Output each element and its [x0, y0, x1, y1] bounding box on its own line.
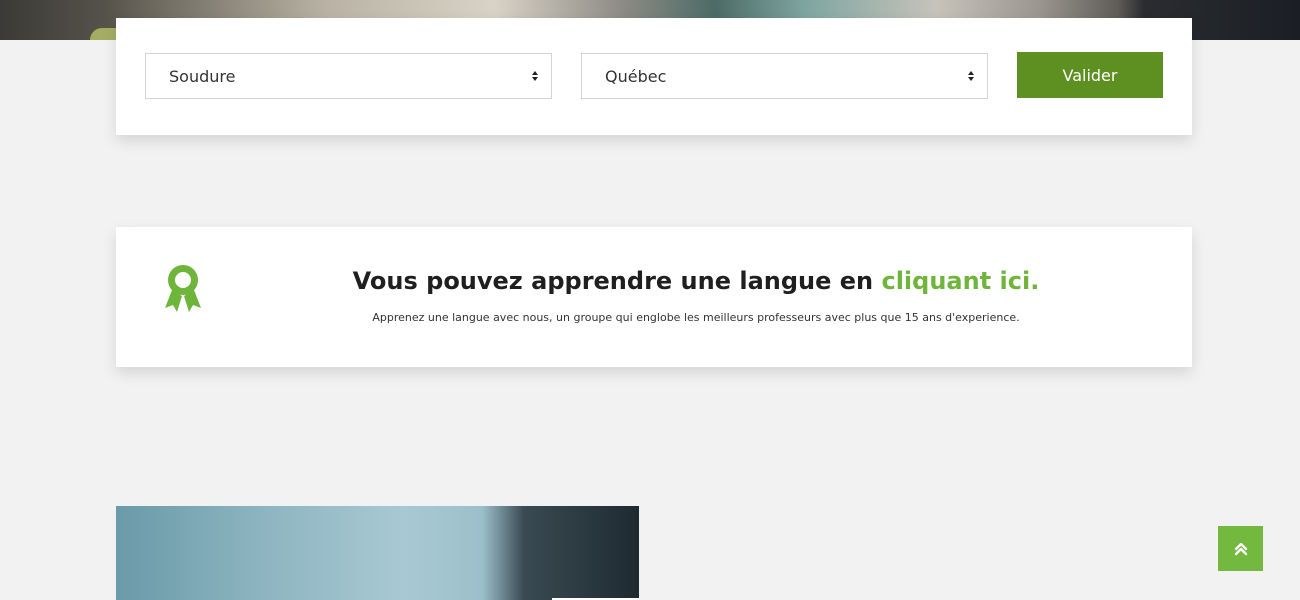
banner-title: Vous pouvez apprendre une langue en cliq… [296, 267, 1096, 295]
field-select[interactable]: Soudure [145, 53, 552, 99]
select-caret-icon [968, 71, 974, 81]
award-ribbon-icon [165, 265, 201, 312]
banner-subtitle: Apprenez une langue avec nous, un groupe… [372, 311, 1020, 324]
scroll-to-top-button[interactable] [1218, 526, 1263, 571]
region-select-value: Québec [605, 66, 667, 86]
search-card: Soudure Québec Valider [116, 18, 1192, 135]
content-image [116, 506, 639, 600]
banner-title-text: Vous pouvez apprendre une langue en [352, 267, 874, 295]
field-select-value: Soudure [169, 66, 236, 86]
select-caret-icon [532, 71, 538, 81]
region-select[interactable]: Québec [581, 53, 988, 99]
language-banner: Vous pouvez apprendre une langue en cliq… [116, 227, 1192, 367]
banner-title-link[interactable]: cliquant ici. [881, 267, 1039, 295]
double-chevron-up-icon [1234, 542, 1247, 555]
valider-button[interactable]: Valider [1017, 52, 1163, 98]
